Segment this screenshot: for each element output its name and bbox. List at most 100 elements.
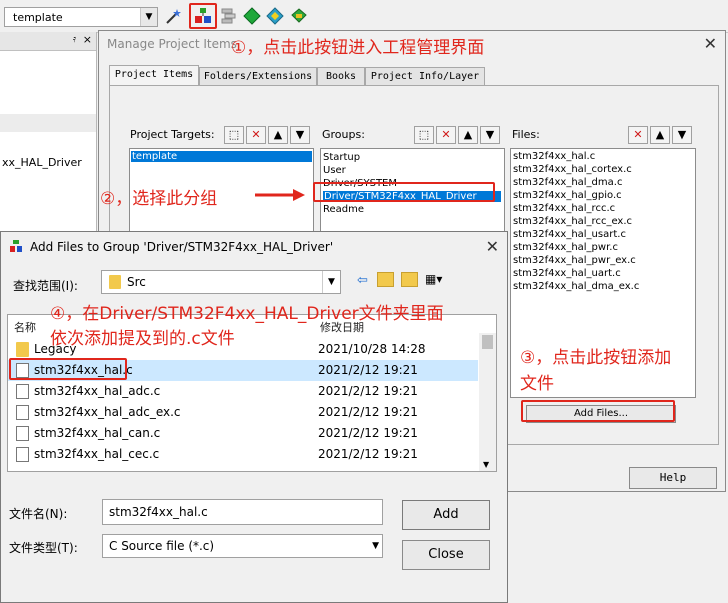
list-item[interactable]: stm32f4xx_hal_can.c 2021/2/12 19:21 [8, 423, 478, 444]
c-file-icon [16, 384, 29, 399]
add-files-highlight [521, 400, 675, 422]
stack-icon[interactable] [220, 7, 238, 25]
arrow-up-icon[interactable]: ▲ [650, 126, 670, 144]
delete-icon[interactable]: ✕ [246, 126, 266, 144]
group-selection-highlight [313, 182, 495, 202]
project-panel-header: 𝄿 × [0, 32, 96, 51]
yellow-diamond-icon[interactable] [266, 7, 284, 25]
close-icon[interactable]: ✕ [486, 237, 499, 256]
scrollbar[interactable]: ▼ [479, 333, 496, 471]
tree-item-hal-driver[interactable]: xx_HAL_Driver [2, 156, 82, 169]
file-date: 2021/2/12 19:21 [318, 405, 418, 419]
list-item[interactable]: stm32f4xx_hal_rcc_ex.c [513, 216, 632, 227]
tab-project-info-layer[interactable]: Project Info/Layer [365, 67, 485, 85]
list-item[interactable]: stm32f4xx_hal_usart.c [513, 229, 626, 240]
arrow-down-icon[interactable]: ▼ [290, 126, 310, 144]
c-file-icon [16, 405, 29, 420]
file-name: stm32f4xx_hal_can.c [34, 426, 161, 440]
close-icon[interactable]: ✕ [704, 34, 717, 53]
tab-books[interactable]: Books [317, 67, 365, 85]
look-in-value: Src [127, 275, 146, 289]
list-item[interactable]: stm32f4xx_hal.c [513, 151, 595, 162]
annotation-step4-line1: ④，在Driver/STM32F4xx_HAL_Driver文件夹里面 [50, 304, 444, 324]
delete-icon[interactable]: ✕ [628, 126, 648, 144]
back-icon[interactable]: ⇦ [357, 273, 368, 288]
new-icon[interactable]: ⬚ [224, 126, 244, 144]
filetype-value: C Source file (*.c) [109, 539, 215, 553]
new-folder-icon[interactable] [401, 272, 418, 287]
c-file-icon [16, 426, 29, 441]
file-selection-highlight [9, 358, 127, 380]
app-icon [10, 240, 22, 252]
manage-button-highlight [189, 3, 217, 29]
add-files-dialog: Add Files to Group 'Driver/STM32F4xx_HAL… [0, 231, 508, 603]
list-item[interactable]: stm32f4xx_hal_rcc.c [513, 203, 615, 214]
list-item[interactable]: User [323, 165, 346, 176]
panel-band [0, 114, 96, 132]
list-item[interactable]: template [131, 151, 312, 162]
chevron-down-icon[interactable]: ▼ [322, 271, 340, 293]
list-item[interactable]: stm32f4xx_hal_dma.c [513, 177, 622, 188]
groups-label: Groups: [322, 128, 365, 141]
list-item[interactable]: stm32f4xx_hal_cec.c 2021/2/12 19:21 [8, 444, 478, 465]
annotation-step3-line1: ③，点击此按钮添加 [520, 348, 672, 368]
annotation-step3-line2: 文件 [520, 374, 554, 394]
folder-icon [109, 275, 121, 289]
file-name: stm32f4xx_hal_cec.c [34, 447, 160, 461]
list-item[interactable]: stm32f4xx_hal_dma_ex.c [513, 281, 639, 292]
list-item[interactable]: stm32f4xx_hal_cortex.c [513, 164, 632, 175]
list-item[interactable]: stm32f4xx_hal_adc.c 2021/2/12 19:21 [8, 381, 478, 402]
list-item[interactable]: stm32f4xx_hal_gpio.c [513, 190, 622, 201]
file-date: 2021/2/12 19:21 [318, 384, 418, 398]
list-item[interactable]: stm32f4xx_hal_pwr_ex.c [513, 255, 636, 266]
list-item[interactable]: stm32f4xx_hal_adc_ex.c 2021/2/12 19:21 [8, 402, 478, 423]
arrow-right-icon [255, 189, 305, 201]
file-date: 2021/2/12 19:21 [318, 447, 418, 461]
folder-icon [16, 342, 29, 357]
list-item[interactable]: Startup [323, 152, 360, 163]
arrow-up-icon[interactable]: ▲ [458, 126, 478, 144]
pin-icon[interactable]: 𝄿 [73, 34, 76, 45]
target-select-value: template [13, 11, 63, 24]
books-icon[interactable] [290, 7, 308, 25]
file-date: 2021/2/12 19:21 [318, 363, 418, 377]
annotation-step1: ①，点击此按钮进入工程管理界面 [231, 38, 485, 58]
scrollbar-thumb[interactable] [482, 335, 493, 349]
target-select[interactable]: template ▼ [4, 7, 158, 27]
look-in-label: 查找范围(I): [13, 279, 78, 293]
new-icon[interactable]: ⬚ [414, 126, 434, 144]
col-name-header[interactable]: 名称 [14, 319, 36, 335]
wand-icon[interactable] [164, 7, 182, 25]
up-folder-icon[interactable] [377, 272, 394, 287]
chevron-down-icon[interactable]: ▼ [483, 460, 489, 469]
arrow-down-icon[interactable]: ▼ [480, 126, 500, 144]
filetype-select[interactable]: C Source file (*.c) ▼ [102, 534, 383, 558]
green-diamond-icon[interactable] [243, 7, 261, 25]
arrow-up-icon[interactable]: ▲ [268, 126, 288, 144]
help-button[interactable]: Help [629, 467, 717, 489]
targets-label: Project Targets: [130, 128, 215, 141]
list-item[interactable]: stm32f4xx_hal_uart.c [513, 268, 621, 279]
close-icon[interactable]: × [83, 33, 92, 46]
list-item[interactable]: Readme [323, 204, 364, 215]
filename-input[interactable]: stm32f4xx_hal.c [102, 499, 383, 525]
tab-project-items[interactable]: Project Items [109, 65, 199, 85]
close-button[interactable]: Close [402, 540, 490, 570]
filename-label: 文件名(N): [9, 507, 68, 521]
delete-icon[interactable]: ✕ [436, 126, 456, 144]
dialog-title: Manage Project Items [107, 37, 237, 51]
add-button[interactable]: Add [402, 500, 490, 530]
file-name: stm32f4xx_hal_adc_ex.c [34, 405, 181, 419]
tab-folders-extensions[interactable]: Folders/Extensions [199, 67, 317, 85]
file-name: stm32f4xx_hal_adc.c [34, 384, 161, 398]
look-in-combo[interactable]: Src ▼ [101, 270, 341, 294]
ide-toolbar: template ▼ [0, 0, 728, 33]
chevron-down-icon[interactable]: ▼ [140, 8, 157, 26]
chevron-down-icon[interactable]: ▼ [372, 535, 379, 557]
list-item[interactable]: stm32f4xx_hal_pwr.c [513, 242, 618, 253]
file-date: 2021/2/12 19:21 [318, 426, 418, 440]
file-date: 2021/10/28 14:28 [318, 342, 426, 356]
arrow-down-icon[interactable]: ▼ [672, 126, 692, 144]
view-menu-icon[interactable]: ▦▾ [425, 272, 442, 286]
files-label: Files: [512, 128, 540, 141]
